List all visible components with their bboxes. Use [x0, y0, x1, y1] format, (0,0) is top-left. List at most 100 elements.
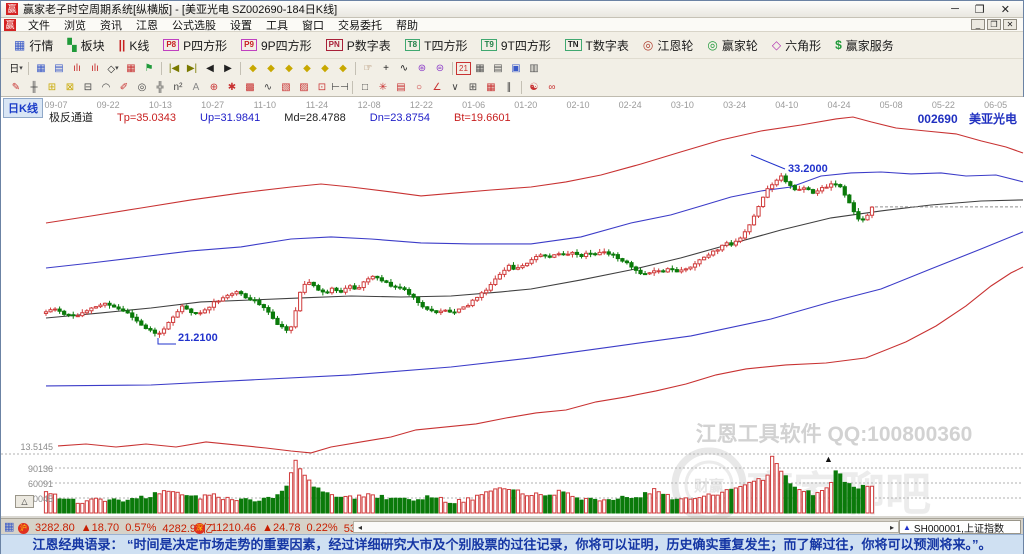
box-grid-tool-icon[interactable]: ⊡	[313, 80, 331, 95]
crosshair-tool-icon[interactable]: +	[377, 61, 395, 76]
spiral-chart-icon[interactable]: ⊜	[431, 61, 449, 76]
notebook-icon[interactable]: ▤	[489, 61, 507, 76]
fan-lines-tool-icon[interactable]: ✳	[374, 80, 392, 95]
close-button[interactable]: ✕	[1001, 3, 1010, 16]
time-cycle-tool-icon[interactable]: ╬	[151, 80, 169, 95]
gann-circle-tool-icon[interactable]: ⊕	[205, 80, 223, 95]
calendar-21-icon[interactable]: 21	[456, 62, 471, 75]
t-number-table-button[interactable]: TN T数字表	[558, 35, 636, 56]
expand-panel-button[interactable]: △	[15, 495, 34, 508]
arc-tool-icon[interactable]: ◠	[97, 80, 115, 95]
period-selector-dropdown-arrow[interactable]: ▾	[19, 65, 23, 72]
flag-icon[interactable]: ⚑	[140, 61, 158, 76]
wave-mark-tool-icon[interactable]: ∿	[259, 80, 277, 95]
gann-diamond-hexpand-icon[interactable]: ◆	[280, 61, 298, 76]
export-truck-icon[interactable]: ▥	[525, 61, 543, 76]
cycle-circle-tool-icon[interactable]: ◎	[133, 80, 151, 95]
9p-square-button[interactable]: P9 9P四方形	[234, 35, 318, 56]
angle-line-tool-icon[interactable]: ∠	[428, 80, 446, 95]
jump-last-icon[interactable]: ▶|	[183, 61, 201, 76]
sectors-button[interactable]: ▚ 板块	[60, 35, 111, 56]
gann-wheel-button[interactable]: ◎ 江恩轮	[636, 35, 701, 56]
9t-square-button[interactable]: T9 9T四方形	[474, 35, 557, 56]
angle-pencil-tool-icon[interactable]: ✐	[115, 80, 133, 95]
menu-item-2[interactable]: 资讯	[93, 17, 129, 33]
yinyang-tool-icon[interactable]: ☯	[525, 80, 543, 95]
range-measure-tool-icon[interactable]: ⊢⊣	[331, 80, 349, 95]
winner-wheel-button[interactable]: ◎ 赢家轮	[700, 35, 765, 56]
menu-item-6[interactable]: 工具	[259, 17, 295, 33]
calculator-icon[interactable]: ▦	[471, 61, 489, 76]
mdi-minimize-button[interactable]: _	[971, 19, 985, 30]
pencil-tool-icon[interactable]: ✎	[7, 80, 25, 95]
hexagon-button[interactable]: ◇ 六角形	[765, 35, 828, 56]
gann-diamond-vexpand-icon[interactable]: ◆	[316, 61, 334, 76]
market-grid-icon[interactable]: ▦	[4, 521, 14, 533]
menu-item-3[interactable]: 江恩	[129, 17, 165, 33]
marker-style-selector[interactable]: ◇▾	[104, 61, 122, 76]
save-icon[interactable]: ▣	[507, 61, 525, 76]
prev-bar-icon[interactable]: ◀	[201, 61, 219, 76]
rect-select-tool-icon[interactable]: □	[356, 80, 374, 95]
text-note-tool-icon[interactable]: A	[187, 80, 205, 95]
gann-grid-tool-icon[interactable]: ▩	[241, 80, 259, 95]
menu-item-9[interactable]: 帮助	[389, 17, 425, 33]
p-square-button[interactable]: P8 P四方形	[156, 35, 234, 56]
menu-item-0[interactable]: 文件	[21, 17, 57, 33]
gann-diamond-left-icon[interactable]: ◆	[244, 61, 262, 76]
horizontal-scrollbar[interactable]: ◂ ▸	[353, 521, 899, 533]
menu-item-1[interactable]: 浏览	[57, 17, 93, 33]
selected-index-field[interactable]: ▲ SH000001,上证指数	[899, 520, 1021, 535]
check-wave-tool-icon[interactable]: ∨	[446, 80, 464, 95]
grid2-tool-icon[interactable]: ⊞	[464, 80, 482, 95]
mdi-close-button[interactable]: ✕	[1003, 19, 1017, 30]
gann-quote-bar: 江恩经典语录： “时间是决定市场走势的重要因素，经过详细研究大市及个别股票的过往…	[1, 534, 1023, 554]
web-chart-icon[interactable]: ⊛	[413, 61, 431, 76]
kline-button[interactable]: || K线	[112, 35, 157, 56]
level-line-tool-icon[interactable]: ⊟	[79, 80, 97, 95]
kline-multi-icon[interactable]: ılı	[86, 61, 104, 76]
marker-style-selector-dropdown-arrow[interactable]: ▾	[115, 65, 119, 72]
red-grid-icon[interactable]: ▦	[122, 61, 140, 76]
svg-text:江恩工具软件 QQ:100800360: 江恩工具软件 QQ:100800360	[696, 422, 973, 446]
kline-small-icon[interactable]: ılı	[68, 61, 86, 76]
p-number-table-button[interactable]: PN P数字表	[319, 35, 398, 56]
price-box-tool-icon[interactable]: ▧	[277, 80, 295, 95]
t-square-button[interactable]: T8 T四方形	[398, 35, 475, 56]
jump-first-icon[interactable]: |◀	[165, 61, 183, 76]
kline-tab[interactable]: 日K线	[3, 98, 43, 118]
menu-item-8[interactable]: 交易委托	[331, 17, 389, 33]
menu-item-4[interactable]: 公式选股	[165, 17, 223, 33]
winner-service-button[interactable]: $ 赢家服务	[828, 35, 901, 56]
square-number-tool-icon[interactable]: n²	[169, 80, 187, 95]
chart-area[interactable]: 财赢江恩工具软件 QQ:100800360赢家聊吧▲ 09-0709-2210-…	[1, 97, 1024, 518]
gann-diamond-right-icon[interactable]: ◆	[262, 61, 280, 76]
info-panel-icon[interactable]: ▤	[50, 61, 68, 76]
gann-diamond-hshrink-icon[interactable]: ◆	[298, 61, 316, 76]
shade-box-tool-icon[interactable]: ▤	[392, 80, 410, 95]
scroll-left-arrow-icon[interactable]: ◂	[358, 523, 362, 532]
circle-draw-tool-icon[interactable]: ○	[410, 80, 428, 95]
mdi-restore-button[interactable]: ❐	[987, 19, 1001, 30]
maximize-button[interactable]: ❐	[975, 3, 985, 16]
menu-item-5[interactable]: 设置	[223, 17, 259, 33]
minimize-button[interactable]: ─	[951, 3, 959, 16]
quotes-button[interactable]: ▦ 行情	[7, 35, 60, 56]
menu-item-7[interactable]: 窗口	[295, 17, 331, 33]
tile-windows-icon[interactable]: ▦	[32, 61, 50, 76]
golden-grid-tool-icon[interactable]: ⊞	[43, 80, 61, 95]
scroll-right-arrow-icon[interactable]: ▸	[890, 523, 894, 532]
matrix-tool-icon[interactable]: ▦	[482, 80, 500, 95]
parallel-lines-tool-icon[interactable]: ∥	[500, 80, 518, 95]
time-box-tool-icon[interactable]: ▨	[295, 80, 313, 95]
period-selector[interactable]: 日▾	[7, 61, 25, 76]
radial-lines-tool-icon[interactable]: ✱	[223, 80, 241, 95]
kline-chart-canvas[interactable]: 财赢江恩工具软件 QQ:100800360赢家聊吧▲	[1, 97, 1024, 518]
golden-box-tool-icon[interactable]: ⊠	[61, 80, 79, 95]
next-bar-icon[interactable]: ▶	[219, 61, 237, 76]
time-divider-tool-icon[interactable]: ╫	[25, 80, 43, 95]
infinity-tool-icon[interactable]: ∞	[543, 80, 561, 95]
hand-tool-icon[interactable]: ☞	[359, 61, 377, 76]
gann-diamond-vshrink-icon[interactable]: ◆	[334, 61, 352, 76]
wave-tool-icon[interactable]: ∿	[395, 61, 413, 76]
